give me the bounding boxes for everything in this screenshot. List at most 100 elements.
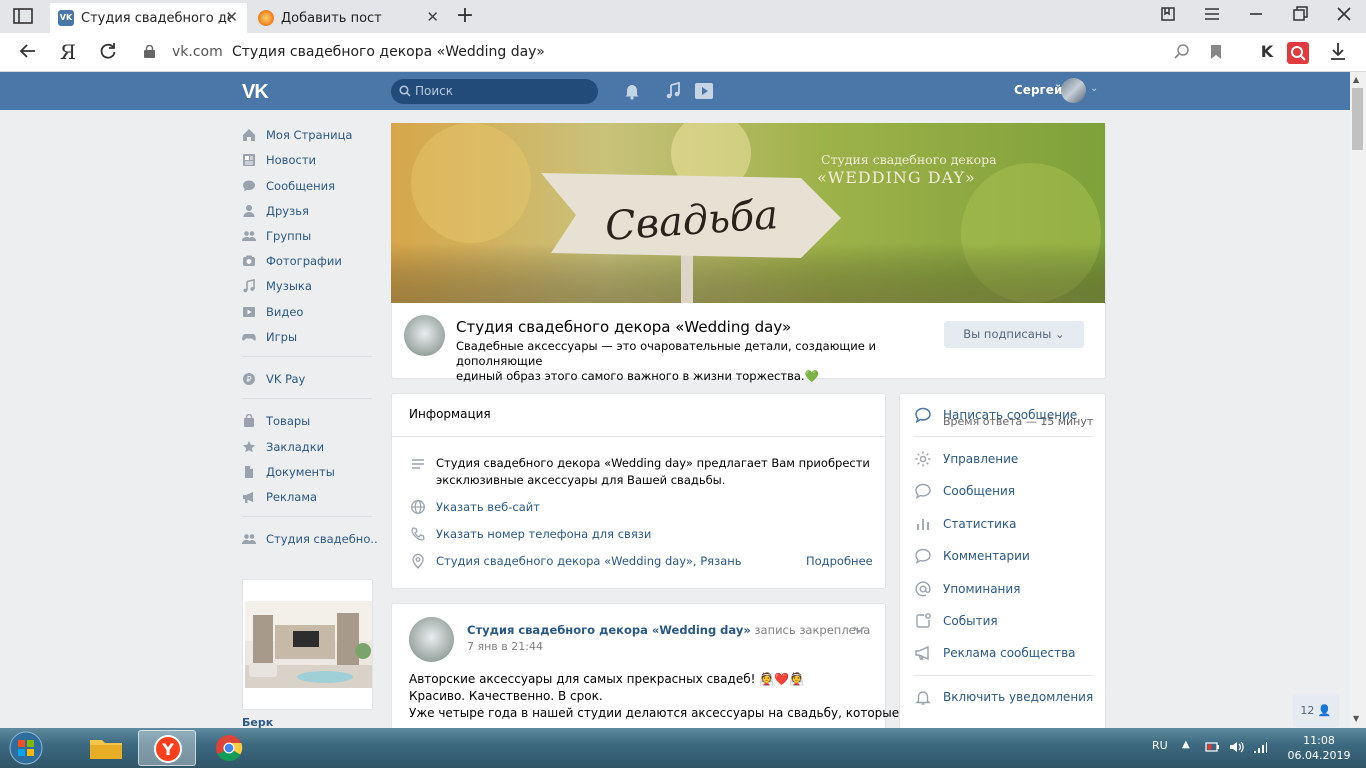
tab-add-post[interactable]: Добавить пост ✕ [250,3,448,33]
menu-item-friends[interactable]: Друзья [242,202,309,220]
translate-icon[interactable] [1172,42,1192,62]
extension-search-icon[interactable] [1287,42,1309,64]
menu-item-video[interactable]: Видео [242,303,303,321]
menu-item-games[interactable]: Игры [242,328,297,346]
new-tab-button[interactable]: + [452,4,478,30]
menu-item-label: VK Pay [266,372,306,386]
bell-icon[interactable] [623,82,641,100]
megaphone-icon [242,490,256,504]
scroll-down-icon[interactable]: ▼ [1353,714,1359,723]
avatar[interactable] [1061,78,1086,103]
vk-logo[interactable]: VK [242,81,269,104]
group-avatar[interactable] [404,315,445,356]
chat-icon [914,406,932,424]
location-pin-icon [410,553,426,569]
explorer-icon[interactable] [77,730,135,766]
tray-expand-icon[interactable]: ▲ [1182,739,1198,755]
menu-item-photos[interactable]: Фотографии [242,252,342,270]
url-host: vk.com [172,44,223,60]
battery-icon[interactable] [1204,739,1220,755]
action-manage[interactable]: Управление [914,449,1018,469]
search-icon [399,85,411,97]
tab-vk-group[interactable]: VK Студия свадебного декора «Wedding day… [50,3,247,33]
music-icon[interactable] [664,81,682,100]
menu-item-vk-pay[interactable]: ₽ VK Pay [242,370,305,388]
start-button[interactable] [6,730,46,766]
bag-icon [242,413,256,428]
bookmarks-panel-icon[interactable] [1155,5,1181,27]
menu-item-documents[interactable]: Документы [242,463,335,481]
network-icon[interactable] [1252,739,1268,755]
scrollbar-thumb[interactable] [1352,88,1363,150]
action-statistics[interactable]: Статистика [914,514,1017,534]
menu-item-studio-group[interactable]: Студия свадебно.. [242,530,378,548]
menu-item-label: Новости [266,153,316,167]
stats-icon [914,515,932,533]
status-line: единый образ этого самого важного в жизн… [456,369,805,383]
url-field[interactable]: vk.com Студия свадебного декора «Wedding… [134,38,1230,66]
yandex-icon[interactable]: Я [56,41,80,65]
post-date[interactable]: 7 янв в 21:44 [467,640,543,653]
post-text: Авторские аксессуары для самых прекрасны… [409,672,756,686]
close-window-icon[interactable] [1331,5,1357,27]
scroll-up-icon[interactable]: ▲ [1353,75,1359,84]
volume-icon[interactable] [1228,739,1244,755]
menu-item-music[interactable]: Музыка [242,277,312,295]
action-notifications[interactable]: Включить уведомления [914,687,1093,707]
reload-icon[interactable] [96,41,120,65]
user-name[interactable]: Сергей [1014,83,1062,97]
subscribed-button[interactable]: Вы подписаны ⌄ [944,321,1084,348]
menu-item-goods[interactable]: Товары [242,412,310,430]
star-icon [242,440,256,454]
lock-icon [144,44,155,58]
action-community-ads[interactable]: Реклама сообщества [914,643,1076,663]
add-phone-link[interactable]: Указать номер телефона для связи [436,527,651,541]
add-website-link[interactable]: Указать веб-сайт [436,500,540,514]
emoji-icons: 👰❤️👰 [755,672,805,686]
online-counter-badge[interactable]: 12 👤 [1293,694,1339,727]
back-icon[interactable] [16,41,40,65]
system-clock[interactable]: 11:08 06.04.2019 [1284,733,1354,763]
yandex-browser-icon[interactable]: Y [138,730,196,766]
more-info-link[interactable]: Подробнее [806,554,873,568]
sidebar-toggle-icon[interactable] [10,7,36,25]
vk-header: VK Поиск Сергей ⌄ [0,72,1350,110]
action-mentions[interactable]: Упоминания [914,579,1020,599]
action-comments[interactable]: Комментарии [914,546,1030,566]
menu-item-ads[interactable]: Реклама [242,488,317,506]
menu-item-news[interactable]: Новости [242,151,316,169]
extension-k-icon[interactable]: K [1255,41,1279,65]
menu-item-messages[interactable]: Сообщения [242,177,335,195]
close-icon[interactable]: ✕ [426,8,439,26]
ad-card[interactable] [242,579,373,710]
action-label: Реклама сообщества [943,646,1076,660]
menu-item-bookmarks[interactable]: Закладки [242,438,324,456]
language-indicator[interactable]: RU [1152,739,1168,752]
at-icon [914,580,932,598]
bookmark-icon[interactable] [1206,42,1226,62]
action-events[interactable]: События [914,611,998,631]
action-messages[interactable]: Сообщения [914,481,1015,501]
post-author-link[interactable]: Студия свадебного декора «Wedding day» [467,623,751,637]
taskbar: Y RU ▲ 11:08 06.04.2019 [0,728,1366,768]
download-icon[interactable] [1326,41,1350,65]
menu-item-label: Фотографии [266,254,342,268]
address-link[interactable]: Студия свадебного декора «Wedding day», … [436,554,742,568]
minimize-icon[interactable] [1243,5,1269,27]
page-scrollbar[interactable]: ▲ ▼ [1350,72,1366,728]
restore-icon[interactable] [1287,5,1313,27]
search-input[interactable]: Поиск [391,79,598,104]
ad-image[interactable] [245,601,372,688]
menu-icon[interactable] [1199,5,1225,27]
clock-time: 11:08 [1303,734,1335,747]
close-icon[interactable]: ✕ [225,8,238,26]
menu-item-my-page[interactable]: Моя Страница [242,126,352,144]
subscribed-label: Вы подписаны [963,327,1052,341]
post-author-avatar[interactable] [409,617,454,662]
play-icon[interactable] [695,82,713,100]
actions-divider [914,675,1093,676]
chevron-down-icon[interactable] [852,624,866,634]
chrome-icon[interactable] [200,730,258,766]
chevron-down-icon[interactable]: ⌄ [1090,83,1098,94]
menu-item-groups[interactable]: Группы [242,227,311,245]
